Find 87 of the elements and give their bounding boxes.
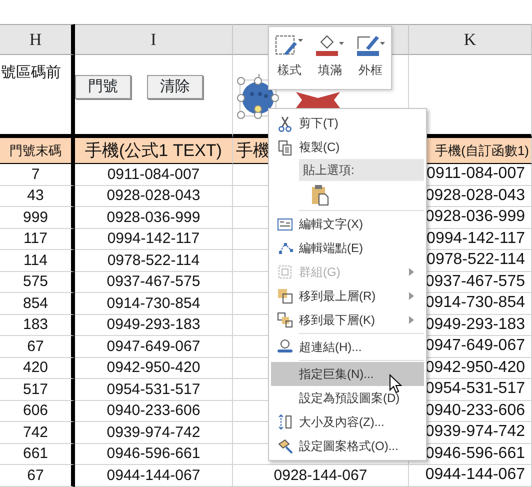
table-cell-text: 0937-467-575 <box>425 274 526 290</box>
menu-item[interactable]: 指定巨集(N)... <box>271 362 424 386</box>
table-cell-text: 0946-596-661 <box>425 446 526 462</box>
table-cell-text: 0914-730-854 <box>425 295 526 312</box>
bring-front-icon <box>277 288 293 304</box>
bowtie-shape[interactable] <box>296 92 340 108</box>
header-cell: 門號末碼 <box>10 144 62 157</box>
sheet-button[interactable]: 門號 <box>75 75 131 99</box>
table-cell: 0928-144-067 <box>274 468 368 483</box>
copy-icon <box>277 138 293 156</box>
table-cell: 0994-142-117 <box>107 231 200 246</box>
table-cell: 67 <box>27 338 44 354</box>
table-cell: 0940-233-606 <box>106 403 200 418</box>
table-cell: 0942-950-420 <box>106 360 200 376</box>
send-back-icon <box>277 312 293 328</box>
table-cell: 0949-293-183 <box>106 317 200 332</box>
format-brush-icon <box>277 438 293 454</box>
sheet-button[interactable]: 清除 <box>147 75 203 99</box>
column-header[interactable]: H <box>0 24 75 55</box>
table-cell: 0914-730-854 <box>106 296 200 311</box>
header-cell-text: 手機(自訂函數1) <box>435 144 530 157</box>
table-cell: 606 <box>22 403 48 418</box>
submenu-arrow-icon <box>409 268 414 276</box>
outline-icon <box>356 33 386 57</box>
menu-item[interactable]: 設定圖案格式(O)... <box>271 434 424 458</box>
size-icon <box>277 414 293 430</box>
table-cell-text: 0942-950-420 <box>425 360 526 376</box>
table-cell-text: 0949-293-183 <box>425 316 526 333</box>
table-cell-text: 0928-028-043 <box>425 188 526 204</box>
toolbar-button[interactable]: 樣式 <box>274 33 304 89</box>
table-cell-text: 0954-531-517 <box>425 381 526 398</box>
table-cell-text: 0944-144-067 <box>425 467 526 484</box>
table-cell: 0911-084-007 <box>107 166 200 182</box>
table-cell-text: 0940-233-606 <box>425 402 526 419</box>
toolbar-button[interactable]: 填滿 <box>314 33 345 89</box>
table-cell-text: 0939-974-742 <box>425 424 526 440</box>
table-cell: 0937-467-575 <box>106 274 200 290</box>
table-cell-text: 0928-036-999 <box>425 209 526 226</box>
table-cell: 43 <box>27 188 44 204</box>
column-header[interactable]: K <box>409 24 532 55</box>
table-cell: 183 <box>22 317 48 332</box>
cut-icon <box>277 114 293 132</box>
menu-item[interactable]: 複製(C) <box>271 135 424 159</box>
group-icon <box>277 264 293 280</box>
column-header[interactable]: I <box>75 24 233 55</box>
table-cell: 67 <box>27 468 44 483</box>
table-cell: 661 <box>22 446 48 462</box>
table-cell: 0947-649-067 <box>106 338 200 354</box>
table-cell: 420 <box>22 360 48 376</box>
table-cell: 517 <box>22 382 48 397</box>
menu-item[interactable]: 設定為預設圖案(D) <box>271 386 424 410</box>
submenu-arrow-icon <box>409 316 414 324</box>
table-cell: 7 <box>31 166 40 182</box>
header-cell: 手機(公式1 TEXT) <box>85 142 222 159</box>
table-cell: 999 <box>22 210 48 225</box>
toolbar-button[interactable]: 外框 <box>356 33 386 89</box>
menu-item[interactable]: 移到最上層(R) <box>271 284 424 308</box>
table-cell: 0946-596-661 <box>106 446 200 462</box>
table-cell: 742 <box>22 424 48 440</box>
style-icon <box>274 33 304 57</box>
table-cell: 0978-522-114 <box>107 252 200 268</box>
menu-item[interactable]: 剪下(T) <box>271 111 424 135</box>
table-cell-text: 0994-142-117 <box>426 230 526 247</box>
menu-item[interactable]: 編輯文字(X) <box>271 212 424 236</box>
table-cell: 114 <box>24 252 48 268</box>
submenu-arrow-icon <box>409 292 414 300</box>
cell-text: 號區碼前 <box>1 65 61 80</box>
table-cell-text: 0978-522-114 <box>426 252 526 268</box>
table-cell: 0944-144-067 <box>106 468 200 483</box>
table-cell: 854 <box>22 296 48 311</box>
table-cell-text: 0911-084-007 <box>426 166 526 182</box>
table-cell: 0928-028-043 <box>106 188 200 204</box>
table-cell-text: 0947-649-067 <box>425 338 526 354</box>
menu-heading: 貼上選項: <box>299 159 424 181</box>
cursor-icon <box>389 374 402 394</box>
menu-item[interactable]: 大小及內容(Z)... <box>271 410 424 434</box>
table-cell: 0939-974-742 <box>106 424 200 440</box>
table-cell: 575 <box>22 274 48 290</box>
table-cell: 0928-036-999 <box>106 210 200 225</box>
table-cell: 117 <box>24 231 48 246</box>
menu-item[interactable]: 編輯端點(E) <box>271 236 424 260</box>
fill-icon <box>314 33 345 57</box>
table-cell: 0954-531-517 <box>106 382 200 397</box>
menu-item[interactable]: 移到最下層(K) <box>271 308 424 332</box>
text-box-icon <box>277 216 293 232</box>
menu-item[interactable]: 超連結(H)... <box>271 335 424 359</box>
paste-button[interactable] <box>311 184 329 206</box>
